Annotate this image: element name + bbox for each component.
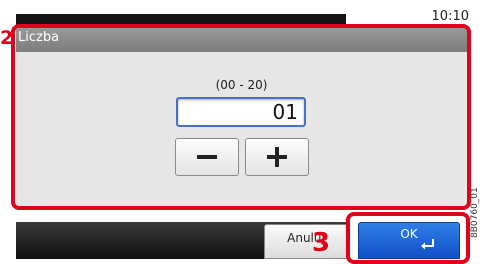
clock: 10:10 — [431, 9, 469, 22]
step-number-2: 2 — [0, 30, 14, 46]
step-number-3: 3 — [312, 228, 331, 258]
cancel-button[interactable]: Anuluj — [264, 224, 348, 259]
ok-highlight-frame — [346, 212, 470, 264]
figure-code: 8B0760_01 — [470, 187, 480, 238]
dialog-highlight-frame — [11, 24, 471, 210]
